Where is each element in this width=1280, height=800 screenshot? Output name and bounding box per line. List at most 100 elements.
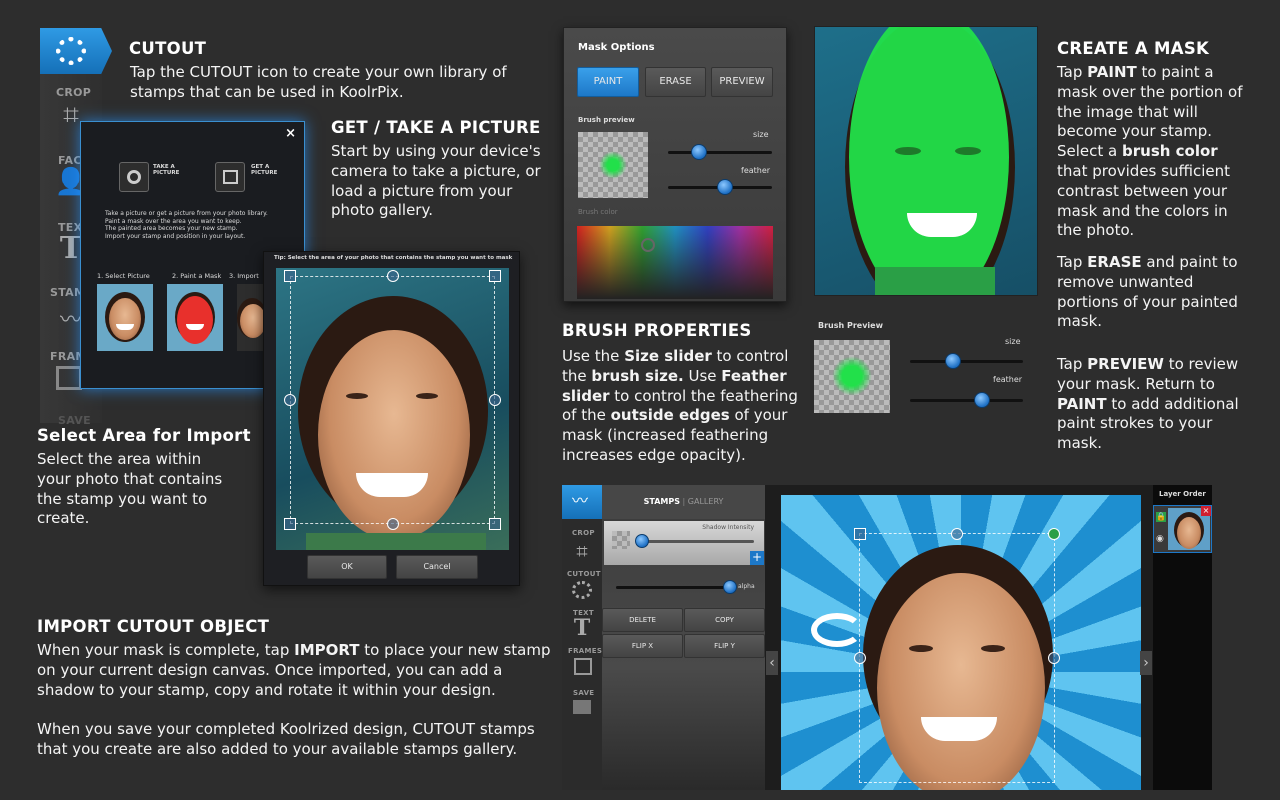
bp-feather-label: feather: [993, 375, 1023, 384]
select-area-text: Select the area within your photo that c…: [37, 450, 223, 528]
mask-feather-label: feather: [741, 166, 771, 175]
layer-order-panel: Layer Order 🔒 ◉ ×: [1153, 485, 1212, 790]
bp-size-slider[interactable]: [910, 360, 1023, 363]
cutout-title: CUTOUT: [129, 39, 207, 58]
handle-top-right[interactable]: [489, 270, 501, 282]
import-cutout-title: IMPORT CUTOUT OBJECT: [37, 617, 270, 636]
add-shadow-button[interactable]: +: [750, 551, 764, 565]
get-picture-title: GET / TAKE A PICTURE: [331, 118, 541, 137]
import-cutout-text-1: When your mask is complete, tap IMPORT t…: [37, 641, 551, 699]
handle-bottom-right[interactable]: [489, 518, 501, 530]
gallery-icon: [223, 170, 238, 184]
create-mask-text-1: Tap PAINT to paint a mask over the porti…: [1057, 63, 1243, 240]
stamp-handle-rotate[interactable]: [1048, 528, 1060, 540]
selection-rectangle[interactable]: [290, 276, 495, 524]
mask-size-label: size: [753, 130, 769, 139]
cutout-text: Tap the CUTOUT icon to create your own l…: [130, 63, 507, 101]
shadow-knob[interactable]: [634, 534, 649, 548]
handle-left-mid[interactable]: [284, 394, 296, 406]
delete-button[interactable]: DELETE: [602, 608, 683, 632]
mask-options-panel: Mask Options PAINT ERASE PREVIEW Brush p…: [563, 27, 787, 302]
flip-y-button[interactable]: FLIP Y: [684, 634, 765, 658]
bp-brush-preview-label: Brush Preview: [818, 321, 883, 330]
step-3-thumbnail: [237, 284, 265, 351]
stamp-selection-box[interactable]: [859, 533, 1055, 783]
alpha-knob[interactable]: [723, 580, 738, 594]
step-2-label: 2. Paint a Mask: [172, 272, 222, 280]
step-2-thumbnail: [167, 284, 223, 351]
erase-button[interactable]: ERASE: [645, 67, 706, 97]
brush-preview-label: Brush preview: [578, 116, 635, 124]
stamp-handle-right-mid[interactable]: [1048, 652, 1060, 664]
brush-properties-title: BRUSH PROPERTIES: [562, 321, 752, 340]
tab-stamps[interactable]: STAMPS: [644, 497, 680, 506]
select-photo[interactable]: [276, 268, 509, 550]
layer-item[interactable]: 🔒 ◉ ×: [1153, 505, 1212, 553]
next-arrow[interactable]: ›: [1140, 651, 1152, 675]
shadow-slider[interactable]: [636, 540, 754, 543]
mask-options-title: Mask Options: [578, 42, 655, 53]
swirl-decoration: [811, 613, 863, 647]
bp-feather-knob[interactable]: [974, 392, 991, 408]
handle-top-left[interactable]: [284, 270, 296, 282]
gallery-button[interactable]: [215, 162, 245, 192]
cutout-icon: [56, 37, 86, 65]
eye-icon[interactable]: ◉: [1156, 534, 1166, 544]
editor-crop-icon[interactable]: ⌗: [568, 539, 596, 563]
bp-size-knob[interactable]: [944, 353, 961, 369]
take-picture-label: TAKE A PICTURE: [153, 164, 180, 176]
brush-color-picker[interactable]: [577, 226, 773, 299]
shadow-intensity-label: Shadow Intensity: [702, 524, 754, 531]
lock-icon[interactable]: 🔒: [1156, 512, 1166, 522]
editor-cutout-icon[interactable]: [572, 581, 592, 599]
mask-size-slider[interactable]: [668, 151, 772, 154]
create-mask-title: CREATE A MASK: [1057, 39, 1210, 58]
select-area-title: Select Area for Import: [37, 426, 251, 445]
editor-sidebar: 〰 CROP ⌗ CUTOUT TEXT T FRAMES SAVE: [562, 485, 614, 790]
alpha-label: alpha: [738, 583, 755, 590]
editor-crop-label: CROP: [572, 529, 595, 537]
stamp-handle-top-left[interactable]: [854, 528, 866, 540]
editor-frames-icon[interactable]: [574, 658, 592, 675]
mask-photo[interactable]: [814, 26, 1038, 296]
camera-icon: [127, 170, 141, 184]
step-1-label: 1. Select Picture: [97, 272, 150, 280]
flip-x-button[interactable]: FLIP X: [602, 634, 683, 658]
stamp-handle-left-mid[interactable]: [854, 652, 866, 664]
tab-gallery[interactable]: GALLERY: [688, 497, 724, 506]
shadow-box: Shadow Intensity +: [604, 521, 764, 565]
mustache-icon: 〰: [572, 491, 589, 510]
create-mask-text-3: Tap PREVIEW to review your mask. Return …: [1057, 355, 1239, 453]
alpha-slider[interactable]: [616, 586, 734, 589]
get-picture-label: GET A PICTURE: [251, 164, 278, 176]
dialog-close-button[interactable]: ×: [285, 126, 296, 141]
paint-button[interactable]: PAINT: [577, 67, 639, 97]
bp-size-label: size: [1005, 337, 1021, 346]
prev-arrow[interactable]: ‹: [766, 651, 778, 675]
mask-size-knob[interactable]: [691, 144, 708, 160]
bp-feather-slider[interactable]: [910, 399, 1023, 402]
design-canvas[interactable]: [781, 495, 1141, 790]
bp-brush-preview-swatch: [814, 340, 890, 413]
preview-button[interactable]: PREVIEW: [711, 67, 773, 97]
cutout-tab-button[interactable]: [40, 28, 112, 74]
editor-save-icon[interactable]: [573, 700, 591, 714]
handle-right-mid[interactable]: [489, 394, 501, 406]
camera-button[interactable]: [119, 162, 149, 192]
stamp-handle-top-mid[interactable]: [951, 528, 963, 540]
handle-bottom-mid[interactable]: [387, 518, 399, 530]
remove-layer-button[interactable]: ×: [1201, 506, 1211, 516]
handle-bottom-left[interactable]: [284, 518, 296, 530]
import-cutout-text-2: When you save your completed Koolrized d…: [37, 720, 535, 758]
frames-icon[interactable]: [56, 366, 82, 390]
editor-text-icon[interactable]: T: [568, 615, 596, 641]
mask-feather-knob[interactable]: [717, 179, 734, 195]
editor-cutout-label: CUTOUT: [567, 570, 601, 578]
stamps-tabs: STAMPS | GALLERY: [602, 485, 765, 519]
cancel-button[interactable]: Cancel: [396, 555, 478, 579]
handle-top-mid[interactable]: [387, 270, 399, 282]
copy-button[interactable]: COPY: [684, 608, 765, 632]
ok-button[interactable]: OK: [307, 555, 387, 579]
select-tip: Tip: Select the area of your photo that …: [274, 255, 513, 261]
editor-save-label: SAVE: [573, 689, 595, 697]
